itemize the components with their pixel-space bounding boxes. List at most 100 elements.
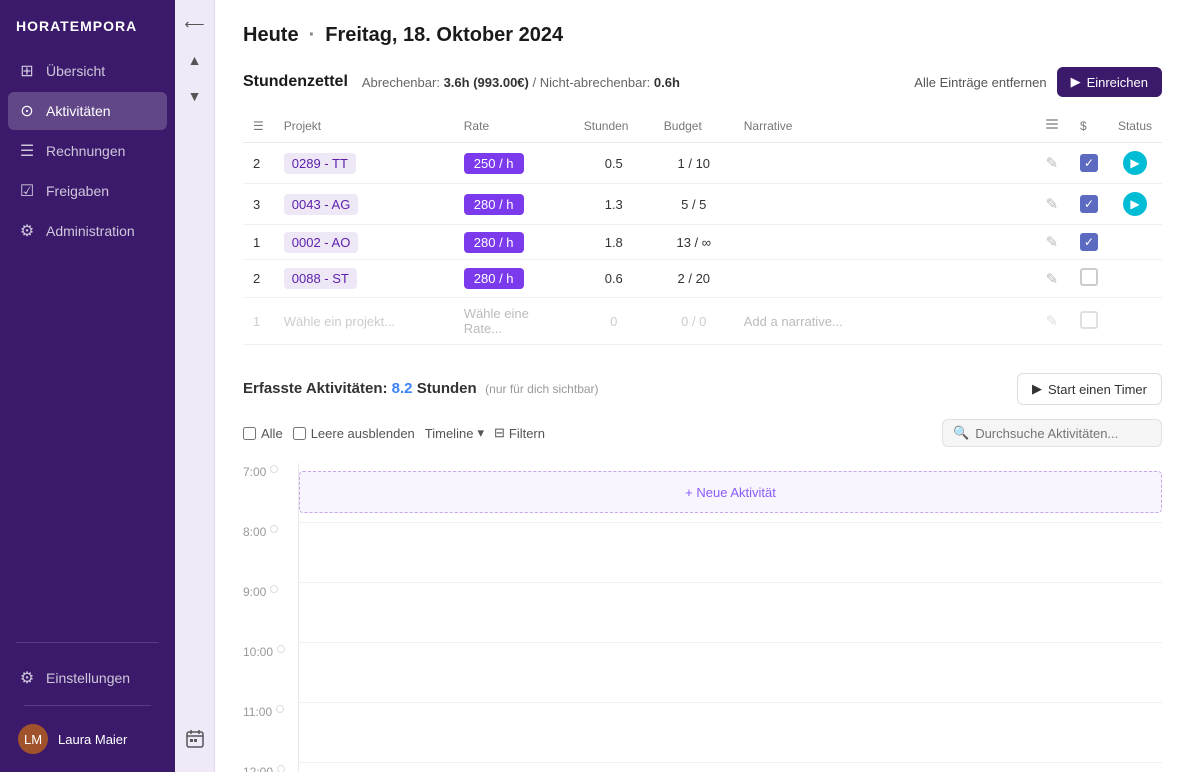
edit-icon: ✎ (1046, 271, 1059, 288)
settings-icon: ⚙ (18, 668, 36, 688)
user-row[interactable]: LM Laura Maier (8, 714, 167, 764)
filter-all[interactable]: Alle (243, 426, 283, 441)
row-checkbox-empty[interactable] (1070, 298, 1108, 345)
row-hours: 1.8 (574, 225, 654, 260)
col-header-stunden: Stunden (574, 109, 654, 143)
row-narrative[interactable] (734, 225, 1034, 260)
activities-title: Erfasste Aktivitäten: 8.2 Stunden (243, 380, 477, 397)
sidebar-item-label: Übersicht (46, 63, 105, 79)
timer-label: Start einen Timer (1048, 382, 1147, 397)
clear-button[interactable]: Alle Einträge entfernen (914, 75, 1046, 90)
sidebar-item-ubersicht[interactable]: ⊞ Übersicht (8, 52, 167, 90)
filter-all-label: Alle (261, 426, 283, 441)
row-status (1108, 225, 1162, 260)
down-icon: ▼ (188, 88, 202, 104)
meta-nonbillable-label: Nicht-abrechenbar: (540, 75, 651, 90)
submit-button[interactable]: ▶ Einreichen (1057, 67, 1162, 97)
row-project[interactable]: 0002 - AO (274, 225, 454, 260)
row-project[interactable]: 0043 - AG (274, 184, 454, 225)
approval-icon: ☑ (18, 181, 36, 201)
stundenzettel-title: Stundenzettel (243, 73, 348, 91)
row-narrative[interactable] (734, 260, 1034, 298)
row-rate-placeholder[interactable]: Wähle eine Rate... (454, 298, 574, 345)
row-project-placeholder[interactable]: Wähle ein projekt... (274, 298, 454, 345)
row-edit-icon[interactable]: ✎ (1034, 184, 1070, 225)
row-rate[interactable]: 280 / h (454, 184, 574, 225)
col-header-edit (1034, 109, 1070, 143)
row-hours: 1.3 (574, 184, 654, 225)
section-actions: Alle Einträge entfernen ▶ Einreichen (914, 67, 1162, 97)
row-rate[interactable]: 280 / h (454, 225, 574, 260)
checkbox-unchecked (1080, 311, 1098, 329)
row-narrative[interactable] (734, 184, 1034, 225)
grid-icon: ⊞ (18, 61, 36, 81)
row-checkbox-unchecked[interactable] (1070, 260, 1108, 298)
filter-hide-empty-checkbox[interactable] (293, 427, 306, 440)
filter-all-checkbox[interactable] (243, 427, 256, 440)
sidebar-item-rechnungen[interactable]: ☰ Rechnungen (8, 132, 167, 170)
timeline-dropdown[interactable]: Timeline ▾ (425, 425, 484, 441)
activities-subtitle: (nur für dich sichtbar) (485, 382, 598, 396)
up-icon: ▲ (188, 52, 202, 68)
col-header-list-icon: ☰ (243, 109, 274, 143)
new-activity-button[interactable]: + Neue Aktivität (299, 471, 1162, 513)
meta-billable-label: Abrechenbar: (362, 75, 440, 90)
sidebar-item-administration[interactable]: ⚙ Administration (8, 212, 167, 250)
time-dot (277, 645, 285, 653)
row-checkbox[interactable]: ✓ (1070, 225, 1108, 260)
activities-hours: 8.2 (392, 380, 413, 397)
sidebar-settings-label: Einstellungen (46, 670, 130, 686)
timeline-labels: 7:00 8:00 9:00 10:00 11:00 12:00 13:00 1… (243, 463, 298, 772)
row-project[interactable]: 0088 - ST (274, 260, 454, 298)
row-narrative-placeholder[interactable]: Add a narrative... (734, 298, 1034, 345)
sidebar-item-aktivitaten[interactable]: ⊙ Aktivitäten (8, 92, 167, 130)
up-button[interactable]: ▲ (179, 44, 211, 76)
user-name: Laura Maier (58, 732, 127, 747)
row-status (1108, 260, 1162, 298)
table-row: 3 0043 - AG 280 / h 1.3 5 / 5 ✎ ✓ ▶ (243, 184, 1162, 225)
right-panel: ⟵ ▲ ▼ Heute · Fr (175, 0, 1190, 772)
stundenzettel-header: Stundenzettel Abrechenbar: 3.6h (993.00€… (243, 67, 1162, 97)
calendar-button[interactable] (179, 724, 211, 756)
row-narrative[interactable] (734, 143, 1034, 184)
row-project[interactable]: 0289 - TT (274, 143, 454, 184)
search-box: 🔍 (942, 419, 1162, 447)
col-header-narrative: Narrative (734, 109, 1034, 143)
activities-header: Erfasste Aktivitäten: 8.2 Stunden (nur f… (243, 373, 1162, 405)
today-label: Heute (243, 24, 299, 47)
time-label-700: 7:00 (243, 463, 298, 523)
svg-text:LM: LM (24, 732, 42, 747)
filter-hide-empty[interactable]: Leere ausblenden (293, 426, 415, 441)
admin-icon: ⚙ (18, 221, 36, 241)
down-button[interactable]: ▼ (179, 80, 211, 112)
row-edit-icon-empty[interactable]: ✎ (1034, 298, 1070, 345)
search-input[interactable] (975, 426, 1151, 441)
row-checkbox[interactable]: ✓ (1070, 184, 1108, 225)
row-rate[interactable]: 280 / h (454, 260, 574, 298)
activities-title-row: Erfasste Aktivitäten: 8.2 Stunden (nur f… (243, 380, 599, 398)
chevron-down-icon: ▾ (477, 425, 484, 441)
sidebar-item-settings[interactable]: ⚙ Einstellungen (8, 659, 167, 697)
status-sent-icon: ▶ (1123, 192, 1147, 216)
stundenzettel-meta: Abrechenbar: 3.6h (993.00€) / Nicht-abre… (362, 75, 680, 90)
sidebar-item-label: Aktivitäten (46, 103, 111, 119)
time-dot (270, 465, 278, 473)
sidebar-item-freigaben[interactable]: ☑ Freigaben (8, 172, 167, 210)
time-dot (270, 525, 278, 533)
row-budget-empty: 0 / 0 (654, 298, 734, 345)
row-rate[interactable]: 250 / h (454, 143, 574, 184)
sidebar-divider (16, 642, 159, 643)
back-button[interactable]: ⟵ (179, 8, 211, 40)
submit-icon: ▶ (1071, 74, 1081, 90)
timer-button[interactable]: ▶ Start einen Timer (1017, 373, 1162, 405)
filter-button[interactable]: ⊟ Filtern (494, 425, 545, 441)
row-edit-icon[interactable]: ✎ (1034, 260, 1070, 298)
row-budget: 13 / ∞ (654, 225, 734, 260)
col-header-dollar: $ (1070, 109, 1108, 143)
row-edit-icon[interactable]: ✎ (1034, 143, 1070, 184)
timesheet-table: ☰ Projekt Rate Stunden Budget Narrative … (243, 109, 1162, 345)
row-budget: 2 / 20 (654, 260, 734, 298)
row-edit-icon[interactable]: ✎ (1034, 225, 1070, 260)
row-checkbox[interactable]: ✓ (1070, 143, 1108, 184)
checkbox-checked: ✓ (1080, 195, 1098, 213)
